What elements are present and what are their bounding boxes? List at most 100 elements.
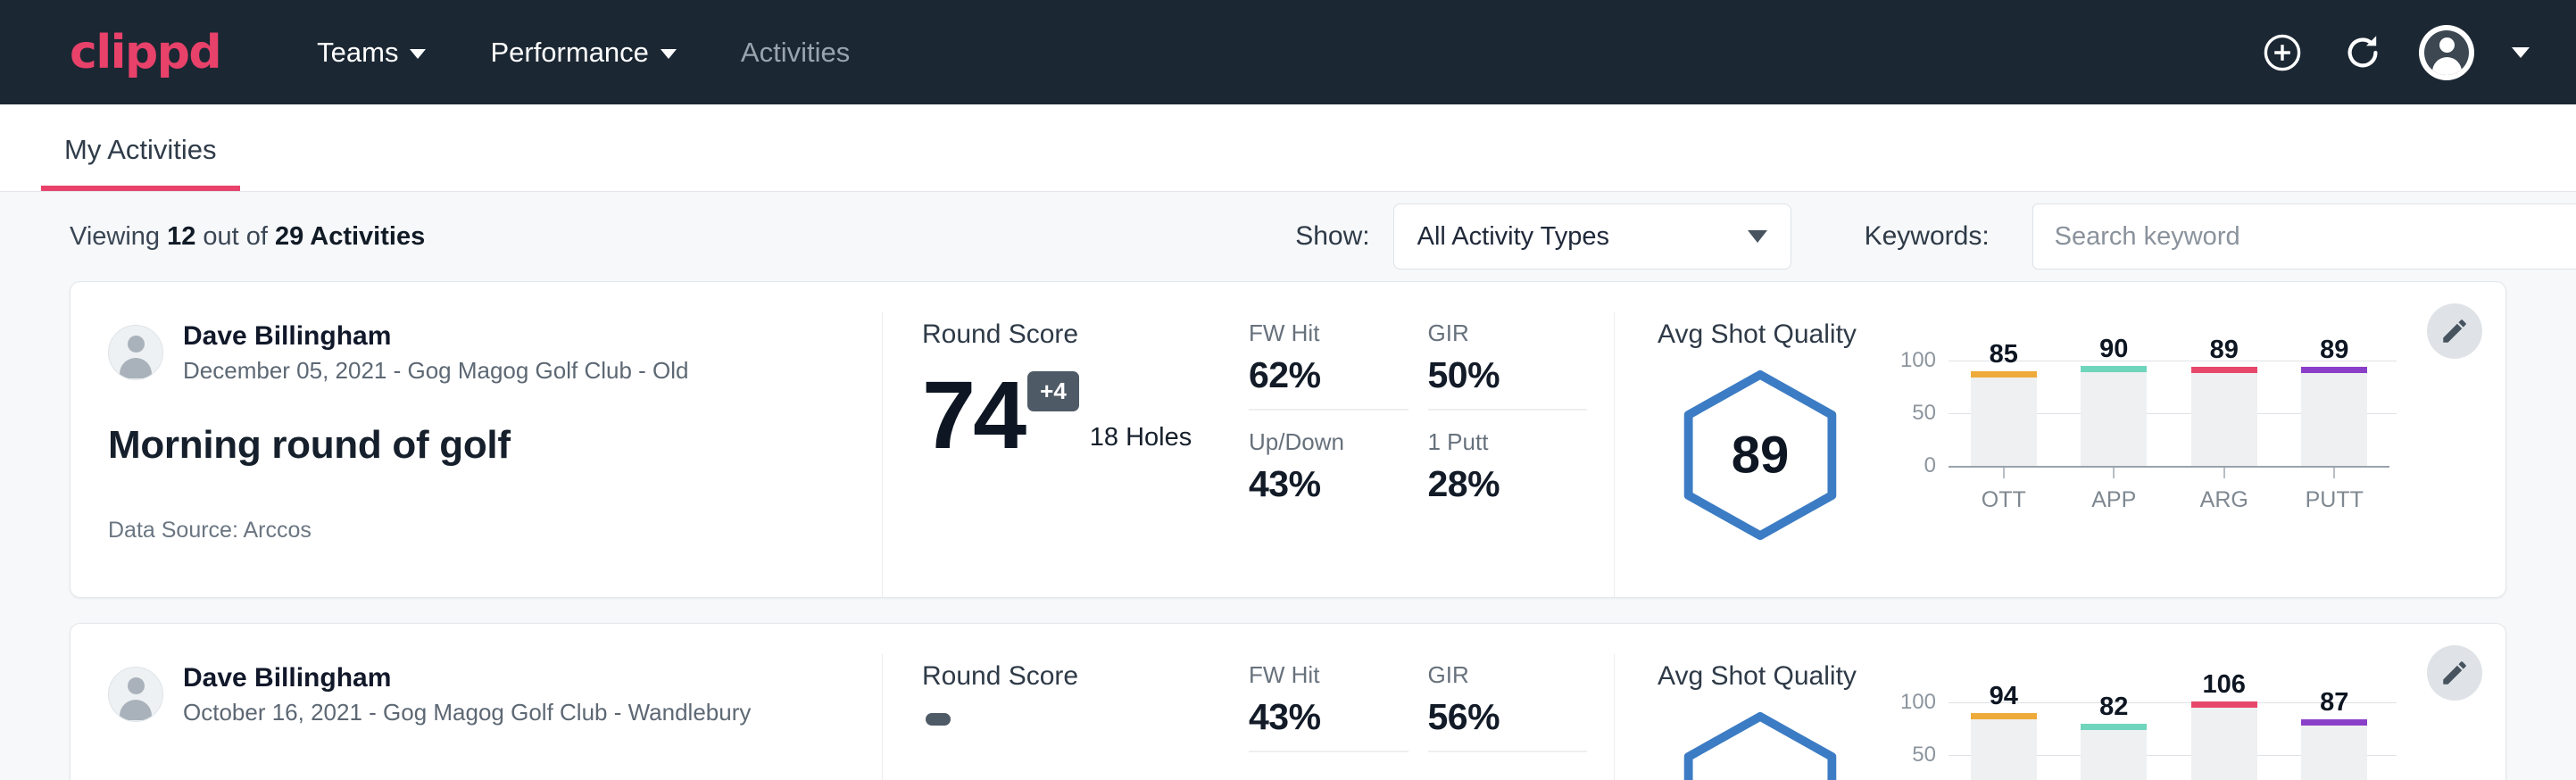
shot-quality-chart: 100 50 0 85 xyxy=(1890,355,2389,513)
round-stats: FW Hit 43% GIR 56% xyxy=(1240,654,1615,780)
stat-up-down-label: Up/Down xyxy=(1249,428,1408,456)
x-tick-ott-label: OTT xyxy=(1982,487,2026,513)
chevron-down-icon xyxy=(1748,230,1767,243)
edit-activity-button[interactable] xyxy=(2427,645,2482,701)
nav-item-activities-label: Activities xyxy=(741,37,850,69)
stat-gir-value: 56% xyxy=(1428,696,1588,738)
y-tick-100: 100 xyxy=(1900,690,1936,715)
keywords-label: Keywords: xyxy=(1865,221,1990,252)
stat-fw-hit-label: FW Hit xyxy=(1249,661,1408,689)
avg-shot-quality-label: Avg Shot Quality xyxy=(1658,661,2505,692)
stat-fw-hit: FW Hit 62% xyxy=(1249,319,1408,411)
y-tick-0: 0 xyxy=(1924,453,1936,478)
avatar[interactable] xyxy=(2419,25,2474,80)
activity-author: Dave Billingham October 16, 2021 - Gog M… xyxy=(108,661,846,727)
viewing-count: 12 xyxy=(167,222,195,251)
bar-putt: 89 xyxy=(2301,361,2367,466)
navbar-actions xyxy=(2258,25,2530,80)
shot-quality-value: 89 xyxy=(1673,426,1848,485)
bar-putt: 87 xyxy=(2301,702,2367,780)
nav-item-teams-label: Teams xyxy=(317,37,398,69)
avg-shot-quality-label: Avg Shot Quality xyxy=(1658,319,2505,350)
edit-icon xyxy=(2439,658,2470,688)
chevron-down-icon[interactable] xyxy=(2512,47,2530,58)
round-score-value: 74 xyxy=(922,369,1024,461)
activity-type-select[interactable]: All Activity Types xyxy=(1393,203,1791,270)
stat-fw-hit: FW Hit 43% xyxy=(1249,661,1408,752)
round-stats: FW Hit 62% GIR 50% Up/Down 43% 1 Putt 28… xyxy=(1240,312,1615,597)
chart-plot-area: 100 50 0 94 xyxy=(1949,702,2389,780)
tab-strip: My Activities xyxy=(0,104,2576,192)
top-navbar: clippd Teams Performance Activities xyxy=(0,0,2576,104)
holes-played: 18 Holes xyxy=(1090,423,1192,452)
avg-shot-quality-section: Avg Shot Quality 89 100 50 0 xyxy=(1615,312,2505,597)
filter-controls: Show: All Activity Types Keywords: xyxy=(1295,203,2576,270)
x-tick-putt: PUTT xyxy=(2301,468,2367,513)
show-label: Show: xyxy=(1295,221,1369,252)
bar-ott: 94 xyxy=(1971,702,2037,780)
tab-my-activities[interactable]: My Activities xyxy=(41,134,240,191)
stat-one-putt-value: 28% xyxy=(1428,463,1588,505)
activities-list: Dave Billingham December 05, 2021 - Gog … xyxy=(0,281,2576,780)
author-name: Dave Billingham xyxy=(183,319,689,353)
stat-one-putt-label: 1 Putt xyxy=(1428,428,1588,456)
nav-item-teams[interactable]: Teams xyxy=(285,37,458,69)
shot-quality-hexagon xyxy=(1658,697,1863,780)
round-score-section: Round Score xyxy=(883,654,1240,780)
avatar-icon xyxy=(2424,30,2469,75)
nav-item-performance-label: Performance xyxy=(490,37,648,69)
viewing-count-text: Viewing 12 out of 29 Activities xyxy=(70,222,425,252)
bar-arg-value: 89 xyxy=(2210,336,2239,365)
viewing-total: 29 Activities xyxy=(275,222,425,251)
avg-shot-quality-section: Avg Shot Quality 100 50 0 xyxy=(1615,654,2505,780)
app-logo[interactable]: clippd xyxy=(70,29,220,76)
viewing-prefix: Viewing xyxy=(70,222,167,251)
filter-bar: Viewing 12 out of 29 Activities Show: Al… xyxy=(0,192,2576,281)
bar-putt-value: 89 xyxy=(2320,336,2348,365)
stat-up-down-value: 43% xyxy=(1249,463,1408,505)
search-input[interactable] xyxy=(2032,203,2576,270)
stat-fw-hit-label: FW Hit xyxy=(1249,319,1408,347)
bar-app-value: 82 xyxy=(2099,693,2128,722)
edit-icon xyxy=(2439,316,2470,346)
activity-title: Morning round of golf xyxy=(108,423,846,468)
nav-item-performance[interactable]: Performance xyxy=(458,37,708,69)
stat-gir-label: GIR xyxy=(1428,319,1588,347)
x-tick-arg: ARG xyxy=(2191,468,2257,513)
y-tick-100: 100 xyxy=(1900,348,1936,373)
activity-card[interactable]: Dave Billingham December 05, 2021 - Gog … xyxy=(70,281,2506,598)
chevron-down-icon xyxy=(410,49,426,59)
x-tick-arg-label: ARG xyxy=(2200,487,2248,513)
bar-ott-value: 85 xyxy=(1990,340,2018,369)
activity-card[interactable]: Dave Billingham October 16, 2021 - Gog M… xyxy=(70,623,2506,780)
activity-summary: Dave Billingham December 05, 2021 - Gog … xyxy=(71,312,883,597)
stat-one-putt: 1 Putt 28% xyxy=(1428,428,1588,518)
nav-item-activities[interactable]: Activities xyxy=(709,37,882,69)
bar-app-value: 90 xyxy=(2099,335,2128,364)
viewing-mid: out of xyxy=(195,222,275,251)
chart-bars: 85 90 xyxy=(1949,361,2389,466)
x-tick-app: APP xyxy=(2081,468,2147,513)
stat-gir-label: GIR xyxy=(1428,661,1588,689)
chart-x-axis: OTT APP ARG PUTT xyxy=(1949,468,2389,513)
bar-arg-value: 106 xyxy=(2203,670,2246,700)
edit-activity-button[interactable] xyxy=(2427,303,2482,359)
add-icon[interactable] xyxy=(2258,29,2306,77)
round-score-label: Round Score xyxy=(922,661,1240,692)
activity-type-select-value: All Activity Types xyxy=(1417,222,1609,252)
shot-quality-hexagon: 89 xyxy=(1658,355,1863,543)
y-tick-50: 50 xyxy=(1912,401,1936,426)
bar-ott-value: 94 xyxy=(1990,682,2018,711)
avatar-icon xyxy=(108,667,163,722)
stat-gir-value: 50% xyxy=(1428,354,1588,396)
avatar-icon xyxy=(108,325,163,380)
bar-putt-value: 87 xyxy=(2320,688,2348,718)
refresh-icon[interactable] xyxy=(2339,29,2387,77)
activity-meta: October 16, 2021 - Gog Magog Golf Club -… xyxy=(183,698,751,728)
primary-nav: Teams Performance Activities xyxy=(285,37,882,69)
stat-fw-hit-value: 62% xyxy=(1249,354,1408,396)
bar-app: 90 xyxy=(2081,361,2147,466)
chart-bars: 94 82 xyxy=(1949,702,2389,780)
bar-app: 82 xyxy=(2081,702,2147,780)
stat-gir: GIR 50% xyxy=(1428,319,1588,411)
